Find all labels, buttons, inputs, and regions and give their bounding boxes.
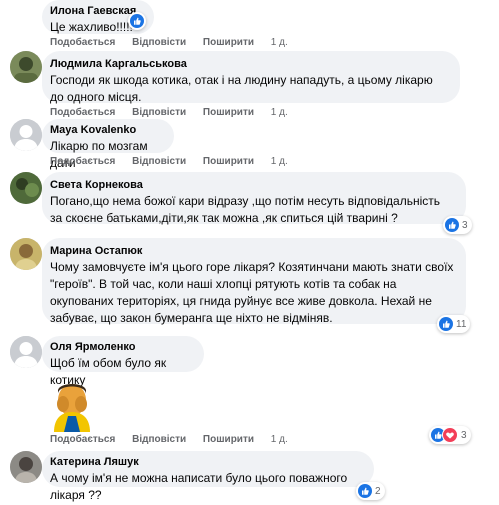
avatar[interactable] — [10, 51, 42, 83]
thumbs-up-icon — [439, 317, 453, 331]
comment-time[interactable]: 1 д. — [271, 156, 288, 167]
comment-bubble: Света Корнекова Погано,що нема божої кар… — [42, 172, 466, 225]
reply-button[interactable]: Відповісти — [132, 37, 186, 48]
comment-text: Господи як шкода котика, отак і на людин… — [50, 73, 433, 104]
like-button[interactable]: Подобається — [50, 37, 115, 48]
reply-button[interactable]: Відповісти — [132, 107, 186, 118]
avatar[interactable] — [10, 451, 42, 483]
reply-button[interactable]: Відповісти — [132, 434, 186, 445]
like-button[interactable]: Подобається — [50, 156, 115, 167]
heart-icon — [442, 427, 458, 443]
share-button[interactable]: Поширити — [203, 37, 254, 48]
comment-text: Чому замовчуєте ім'я цього горе лікаря? … — [50, 260, 454, 325]
comment-author[interactable]: Света Корнекова — [50, 178, 454, 192]
avatar[interactable] — [10, 172, 42, 204]
comment-bubble: Оля Ярмоленко Щоб їм обом було як котику — [42, 336, 204, 387]
comment-author[interactable]: Людмила Каргальськова — [50, 57, 448, 71]
comment-text: А чому ім'я не можна написати було цього… — [50, 471, 348, 502]
comment-time[interactable]: 1 д. — [271, 37, 288, 48]
comment-author[interactable]: Марина Остапюк — [50, 244, 454, 258]
comment-bubble: Maya Kovalenko Лікарю по мозгам дати — [42, 119, 174, 170]
reaction-summary[interactable] — [128, 12, 146, 30]
reaction-summary[interactable]: 2 — [356, 482, 385, 500]
avatar[interactable] — [10, 336, 42, 368]
comment-author[interactable]: Maya Kovalenko — [50, 123, 162, 137]
crying-face-sticker — [48, 378, 96, 432]
avatar[interactable] — [10, 238, 42, 270]
thumbs-up-icon — [130, 14, 144, 28]
comment-actions: Подобається Відповісти Поширити 1 д. — [50, 156, 302, 168]
share-button[interactable]: Поширити — [203, 434, 254, 445]
reaction-summary[interactable]: 3 — [429, 426, 471, 444]
reaction-summary[interactable]: 11 — [437, 315, 471, 333]
comment-time[interactable]: 1 д. — [271, 434, 288, 445]
like-button[interactable]: Подобається — [50, 434, 115, 445]
comment-text: Погано,що нема божої кари відразу ,що по… — [50, 194, 441, 225]
comment-author[interactable]: Катерина Ляшук — [50, 455, 362, 469]
share-button[interactable]: Поширити — [203, 156, 254, 167]
share-button[interactable]: Поширити — [203, 107, 254, 118]
thumbs-up-icon — [358, 484, 372, 498]
comment-actions: Подобається Відповісти Поширити 1 д. — [50, 434, 302, 446]
reaction-summary[interactable]: 3 — [443, 216, 472, 234]
reaction-count: 2 — [375, 485, 381, 497]
comment-author[interactable]: Оля Ярмоленко — [50, 340, 192, 354]
like-button[interactable]: Подобається — [50, 107, 115, 118]
comment-bubble: Катерина Ляшук А чому ім'я не можна напи… — [42, 451, 374, 502]
thumbs-up-icon — [445, 218, 459, 232]
reaction-count: 3 — [461, 429, 467, 441]
reply-button[interactable]: Відповісти — [132, 156, 186, 167]
reaction-count: 11 — [456, 318, 467, 330]
comment-actions: Подобається Відповісти Поширити 1 д. — [50, 107, 302, 119]
comment-bubble: Людмила Каргальськова Господи як шкода к… — [42, 51, 460, 104]
avatar[interactable] — [10, 119, 42, 151]
comment-actions: Подобається Відповісти Поширити 1 д. — [50, 37, 302, 49]
reaction-count: 3 — [462, 219, 468, 231]
comment-time[interactable]: 1 д. — [271, 107, 288, 118]
comment-bubble: Марина Остапюк Чому замовчуєте ім'я цьог… — [42, 238, 466, 325]
